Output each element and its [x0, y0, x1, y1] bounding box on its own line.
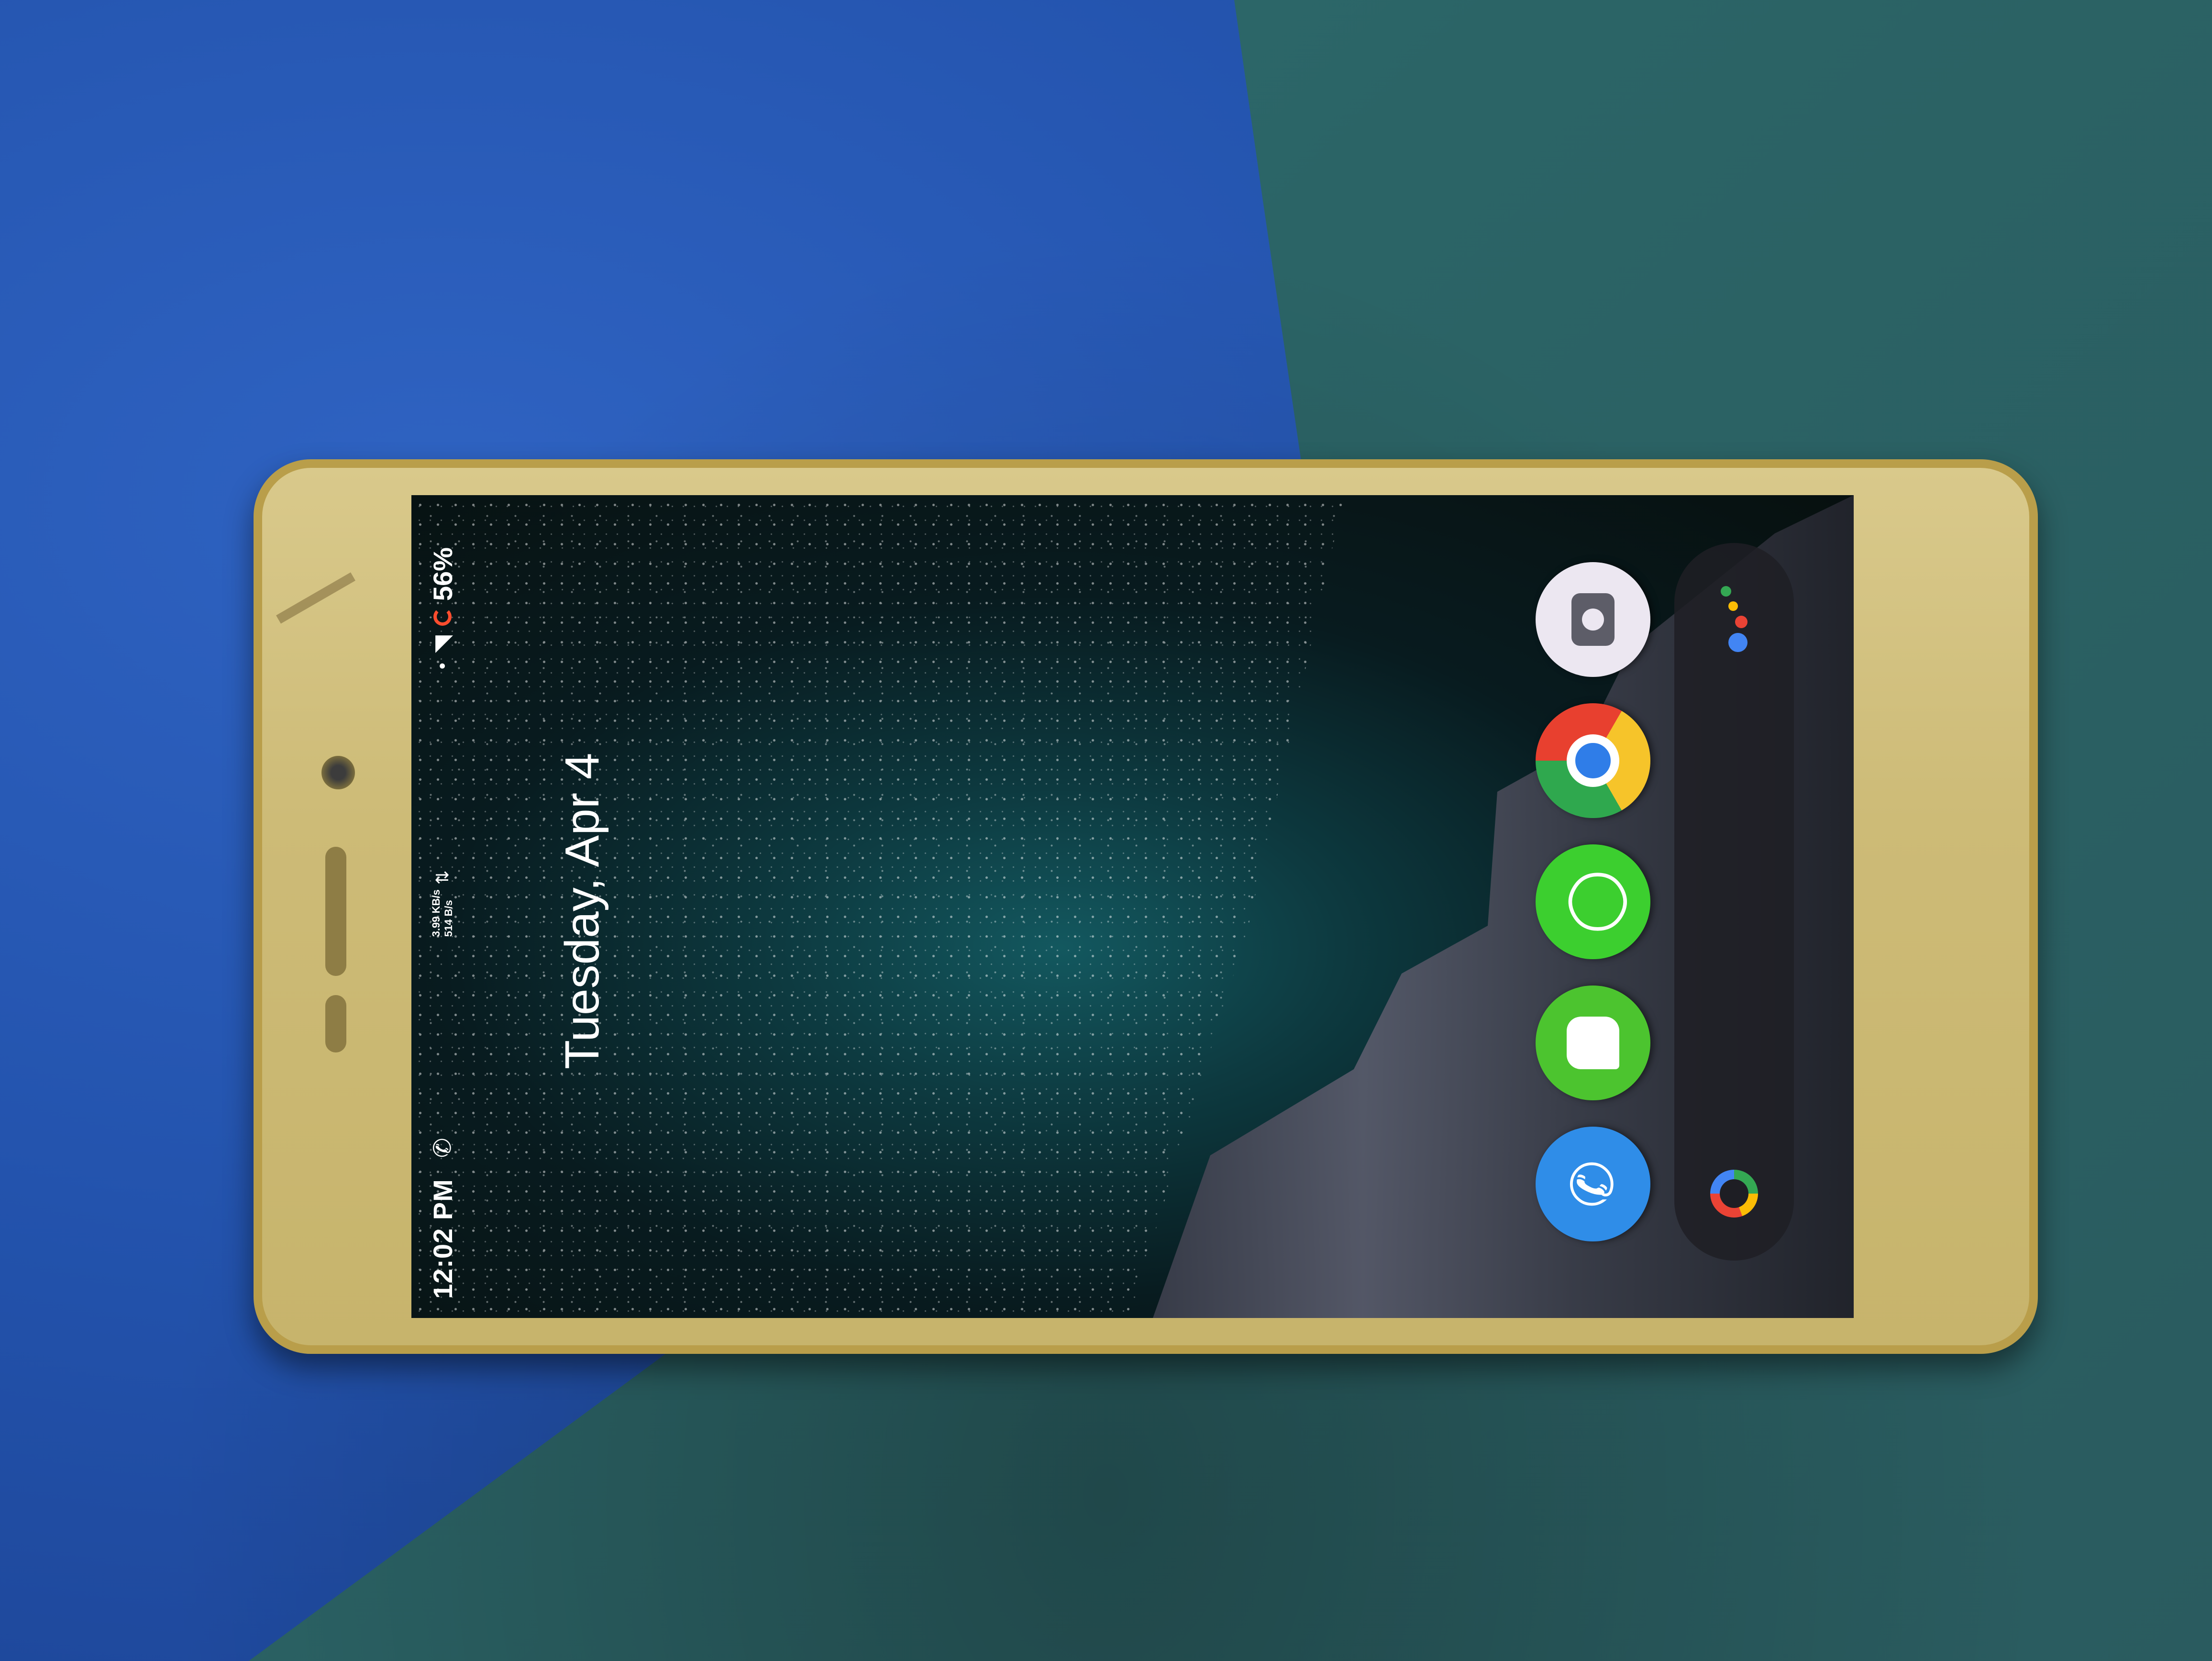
messages-app-icon[interactable] [1536, 986, 1650, 1100]
home-screen: 12:02 PM ✆ 3.99 KB/s 514 B/s ⇅ • ◥ 56% T… [411, 495, 1854, 1318]
call-icon: ✆ [429, 1138, 456, 1158]
battery-percent: 56% [427, 547, 458, 601]
notification-dot-icon: • [431, 663, 453, 670]
earpiece-speaker [325, 847, 346, 976]
whatsapp-icon: ◯ [1561, 869, 1625, 934]
network-speed: 3.99 KB/s 514 B/s [430, 889, 455, 937]
wifi-icon: ◥ [430, 635, 455, 653]
message-bubble-icon [1567, 1017, 1619, 1069]
handset-icon: ✆ [1561, 1160, 1625, 1208]
net-up-speed: 514 B/s [442, 900, 454, 937]
sensor-slot [325, 995, 346, 1052]
front-camera [321, 756, 355, 789]
battery-icon [433, 608, 452, 626]
date-widget[interactable]: Tuesday, Apr 4 [555, 753, 610, 1069]
phone-app-icon[interactable]: ✆ [1536, 1127, 1650, 1241]
data-arrows-icon: ⇅ [432, 870, 452, 885]
google-search-bar[interactable] [1674, 543, 1794, 1261]
phone-screen: 12:02 PM ✆ 3.99 KB/s 514 B/s ⇅ • ◥ 56% T… [411, 495, 1854, 1318]
camera-icon [1571, 593, 1615, 646]
chrome-app-icon[interactable] [1536, 703, 1650, 818]
app-dock: ✆ ◯ [1531, 562, 1655, 1241]
google-assistant-icon[interactable] [1721, 586, 1747, 652]
camera-app-icon[interactable] [1536, 562, 1650, 677]
camera-lens [1582, 609, 1604, 631]
whatsapp-app-icon[interactable]: ◯ [1536, 844, 1650, 959]
net-down-speed: 3.99 KB/s [430, 889, 442, 937]
chrome-icon [1567, 734, 1619, 787]
status-time: 12:02 PM [427, 1179, 458, 1299]
google-g-icon[interactable] [1710, 1170, 1758, 1218]
status-bar: 12:02 PM ✆ 3.99 KB/s 514 B/s ⇅ • ◥ 56% [411, 514, 474, 1299]
